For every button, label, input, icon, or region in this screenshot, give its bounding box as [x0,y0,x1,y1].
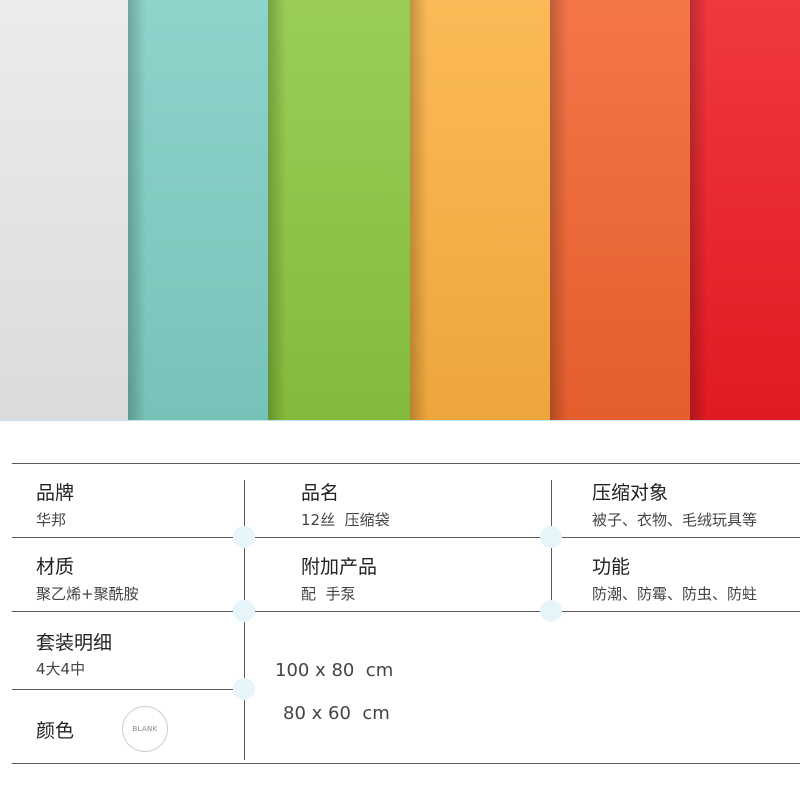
set-detail-label: 套装明细 [36,632,113,654]
accessory-label: 附加产品 [301,556,378,578]
compress-target-value: 被子、衣物、毛绒玩具等 [592,511,758,529]
table-top-border [12,463,800,464]
accessory-value: 配 手泵 [301,585,356,603]
set-detail-value: 4大4中 [36,660,86,678]
swatch-green [268,0,428,420]
swatch-orange [410,0,568,420]
function-label: 功能 [592,556,631,578]
swatch-teal [128,0,286,420]
product-name-value: 12丝 压缩袋 [301,511,390,529]
color-swatch-banner [0,0,800,420]
material-label: 材质 [36,556,75,578]
decor-dot [233,526,255,548]
decor-dot [233,600,255,622]
compress-target-label: 压缩对象 [592,482,669,504]
brand-value: 华邦 [36,511,67,529]
swatch-white [0,0,146,420]
size-large: 100 x 80 cm [275,660,394,681]
color-label: 颜色 [36,720,75,742]
product-name-label: 品名 [301,482,340,504]
color-badge: BLANK [122,706,168,752]
decor-dot [540,600,562,622]
brand-label: 品牌 [36,482,75,504]
row-divider [12,611,800,612]
decor-dot [540,526,562,548]
decor-dot [233,678,255,700]
row-divider [12,689,244,690]
swatch-orange-red [550,0,708,420]
function-value: 防潮、防霉、防虫、防蛀 [592,585,758,603]
material-value: 聚乙烯+聚酰胺 [36,585,139,603]
row-divider [12,537,800,538]
size-medium: 80 x 60 cm [283,703,390,724]
table-bottom-border [12,763,800,764]
